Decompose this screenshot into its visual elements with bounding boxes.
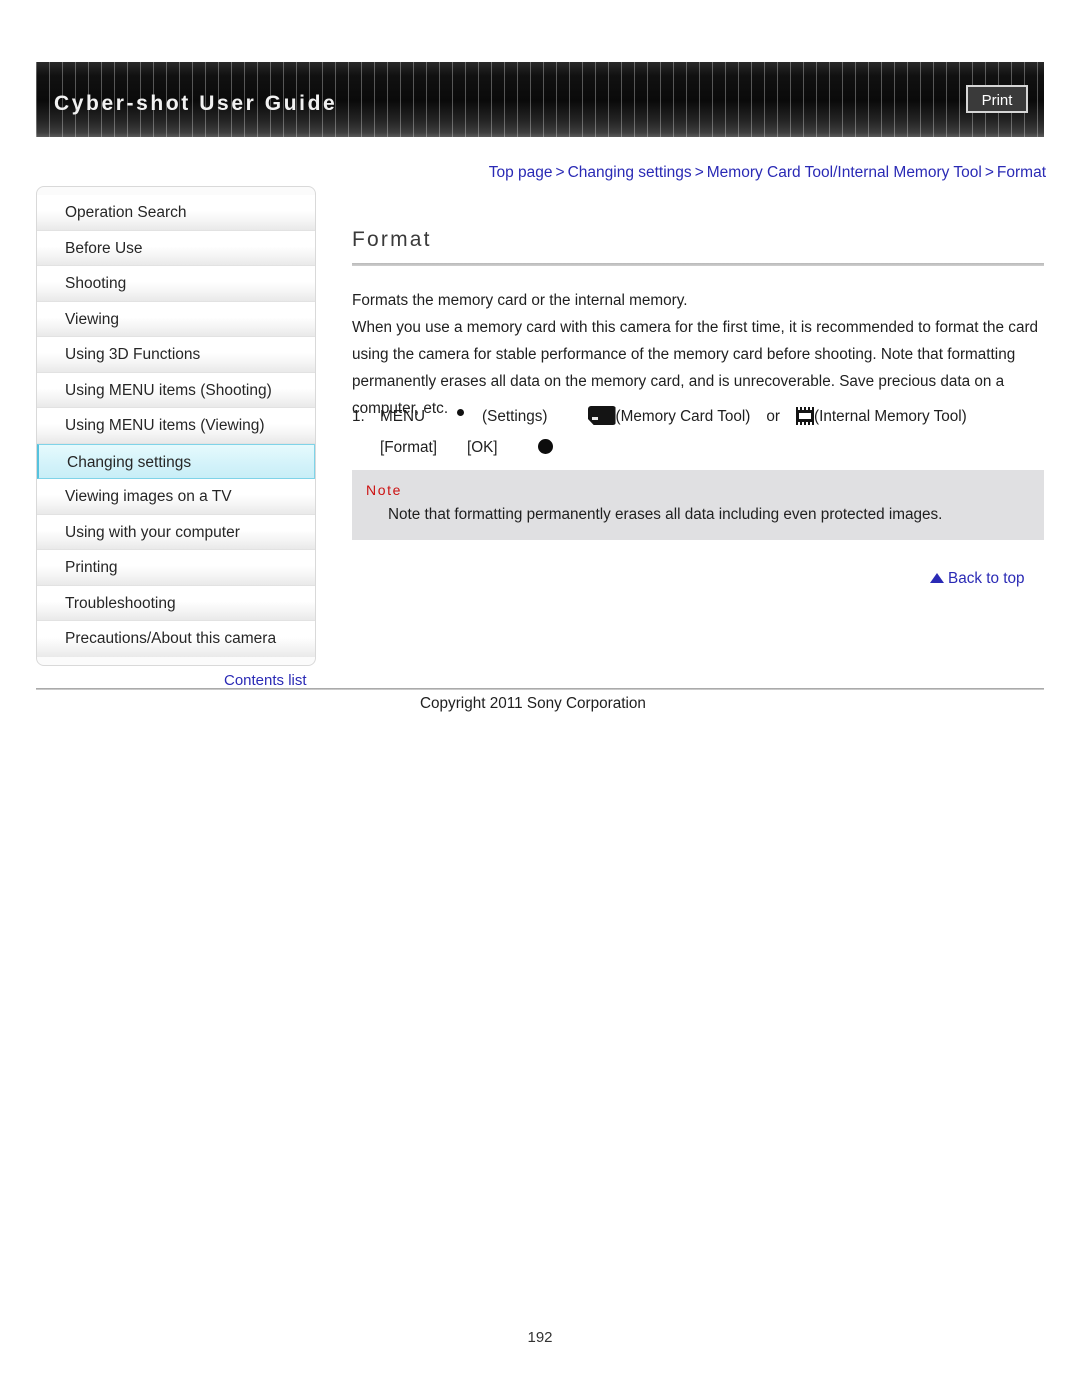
sidebar-item-precautions-about-this-camera[interactable]: Precautions/About this camera xyxy=(37,621,315,657)
breadcrumb-separator: > xyxy=(984,164,994,181)
sidebar-item-using-menu-items-viewing[interactable]: Using MENU items (Viewing) xyxy=(37,408,315,444)
sidebar-item-before-use[interactable]: Before Use xyxy=(37,230,315,266)
or-label: or xyxy=(766,408,780,425)
back-to-top-link[interactable]: Back to top xyxy=(930,570,1025,588)
step-number: 1. xyxy=(352,408,365,425)
intro-line: Formats the memory card or the internal … xyxy=(352,292,688,309)
sidebar-item-using-3d-functions[interactable]: Using 3D Functions xyxy=(37,337,315,373)
sidebar-navigation: Operation Search Before Use Shooting Vie… xyxy=(36,186,316,666)
sidebar-item-viewing[interactable]: Viewing xyxy=(37,301,315,337)
sidebar-item-shooting[interactable]: Shooting xyxy=(37,266,315,302)
menu-label: MENU xyxy=(380,408,426,425)
breadcrumb-item-format[interactable]: Format xyxy=(997,164,1046,181)
sidebar-item-printing[interactable]: Printing xyxy=(37,550,315,586)
document-page: Cyber-shot User Guide Print Top page > Cha… xyxy=(0,0,1080,1397)
app-title: Cyber-shot User Guide xyxy=(54,92,338,115)
sidebar-item-viewing-images-on-a-tv[interactable]: Viewing images on a TV xyxy=(37,479,315,515)
internal-memory-icon xyxy=(796,407,814,425)
note-text: Note that formatting permanently erases … xyxy=(388,506,943,523)
header-banner: Cyber-shot User Guide Print xyxy=(36,62,1044,137)
format-option-label: [Format] xyxy=(380,439,437,456)
page-title: Format xyxy=(352,228,432,251)
copyright-text: Copyright 2011 Sony Corporation xyxy=(420,695,646,712)
memory-card-tool-label: (Memory Card Tool) xyxy=(615,408,751,425)
breadcrumb-separator: > xyxy=(555,164,565,181)
triangle-up-icon xyxy=(930,573,944,583)
breadcrumb: Top page > Changing settings > Memory Card T… xyxy=(350,164,1046,182)
internal-memory-tool-label: (Internal Memory Tool) xyxy=(814,408,967,425)
memory-card-icon xyxy=(587,406,616,425)
settings-label: (Settings) xyxy=(482,408,548,425)
sidebar-item-using-with-your-computer[interactable]: Using with your computer xyxy=(37,514,315,550)
note-box: Note Note that formatting permanently er… xyxy=(352,470,1044,540)
step-instruction: 1. MENU (Settings) (Memory Card Tool) or (Int… xyxy=(352,401,1046,463)
contents-list-link[interactable]: Contents list xyxy=(224,672,307,689)
sidebar-item-troubleshooting[interactable]: Troubleshooting xyxy=(37,585,315,621)
title-divider xyxy=(352,263,1044,266)
sidebar-item-using-menu-items-shooting[interactable]: Using MENU items (Shooting) xyxy=(37,372,315,408)
sidebar-item-changing-settings[interactable]: Changing settings xyxy=(37,443,315,479)
settings-icon xyxy=(457,409,465,416)
sidebar-item-operation-search[interactable]: Operation Search xyxy=(37,195,315,231)
control-button-icon xyxy=(537,439,553,454)
page-number: 192 xyxy=(527,1329,553,1346)
step-line-1: 1. MENU (Settings) (Memory Card Tool) or (Int… xyxy=(352,401,1046,432)
breadcrumb-separator: > xyxy=(694,164,704,181)
breadcrumb-item-changing-settings[interactable]: Changing settings xyxy=(568,164,692,181)
ok-option-label: [OK] xyxy=(466,439,498,456)
print-button[interactable]: Print xyxy=(966,85,1028,113)
breadcrumb-item-top-page[interactable]: Top page xyxy=(489,164,553,181)
step-line-2: [Format] [OK] xyxy=(352,432,1046,463)
back-to-top-label: Back to top xyxy=(948,570,1025,587)
breadcrumb-item-memory-card-tool[interactable]: Memory Card Tool/Internal Memory Tool xyxy=(707,164,982,181)
footer-divider xyxy=(36,688,1044,690)
note-label: Note xyxy=(366,482,402,498)
